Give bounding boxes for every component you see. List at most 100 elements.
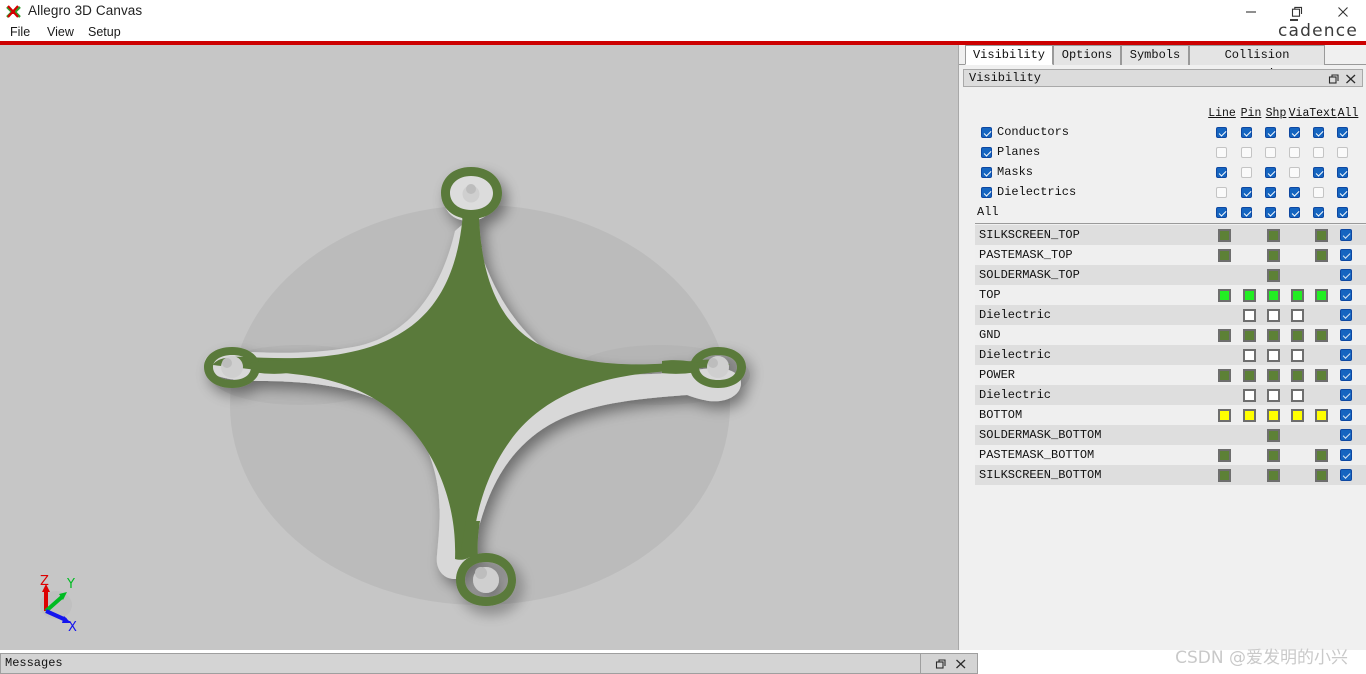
layer-color-swatch[interactable] bbox=[1218, 229, 1231, 242]
layer-color-swatch[interactable] bbox=[1267, 329, 1280, 342]
column-header-text[interactable]: Text bbox=[1308, 107, 1338, 120]
layer-row[interactable]: Dielectric bbox=[975, 385, 1366, 405]
layer-color-swatch[interactable] bbox=[1315, 289, 1328, 302]
class-cell-all-text[interactable] bbox=[1313, 207, 1324, 218]
messages-close-button[interactable] bbox=[955, 657, 967, 674]
layer-row[interactable]: SOLDERMASK_TOP bbox=[975, 265, 1366, 285]
layer-color-swatch[interactable] bbox=[1267, 269, 1280, 282]
layer-visibility-checkbox[interactable] bbox=[1340, 349, 1352, 361]
class-cell-dielectrics-via[interactable] bbox=[1289, 187, 1300, 198]
layer-row[interactable]: PASTEMASK_TOP bbox=[975, 245, 1366, 265]
class-cell-planes-shp[interactable] bbox=[1265, 147, 1276, 158]
layer-color-swatch[interactable] bbox=[1291, 329, 1304, 342]
column-header-all[interactable]: All bbox=[1337, 107, 1359, 120]
layer-color-swatch[interactable] bbox=[1291, 409, 1304, 422]
column-header-line[interactable]: Line bbox=[1207, 107, 1237, 120]
layer-row[interactable]: SOLDERMASK_BOTTOM bbox=[975, 425, 1366, 445]
layer-color-swatch[interactable] bbox=[1243, 329, 1256, 342]
class-cell-conductors-text[interactable] bbox=[1313, 127, 1324, 138]
column-header-pin[interactable]: Pin bbox=[1240, 107, 1262, 120]
class-cell-masks-text[interactable] bbox=[1313, 167, 1324, 178]
class-checkbox-conductors[interactable] bbox=[981, 127, 992, 138]
layer-color-swatch[interactable] bbox=[1243, 389, 1256, 402]
layer-visibility-checkbox[interactable] bbox=[1340, 409, 1352, 421]
layer-visibility-checkbox[interactable] bbox=[1340, 369, 1352, 381]
class-cell-planes-text[interactable] bbox=[1313, 147, 1324, 158]
layer-color-swatch[interactable] bbox=[1291, 289, 1304, 302]
layer-row[interactable]: TOP bbox=[975, 285, 1366, 305]
layer-color-swatch[interactable] bbox=[1267, 309, 1280, 322]
layer-visibility-checkbox[interactable] bbox=[1340, 429, 1352, 441]
layer-visibility-checkbox[interactable] bbox=[1340, 329, 1352, 341]
layer-row[interactable]: SILKSCREEN_BOTTOM bbox=[975, 465, 1366, 485]
layer-color-swatch[interactable] bbox=[1315, 329, 1328, 342]
layer-color-swatch[interactable] bbox=[1315, 449, 1328, 462]
class-cell-masks-pin[interactable] bbox=[1241, 167, 1252, 178]
layer-row[interactable]: GND bbox=[975, 325, 1366, 345]
menu-file[interactable]: File bbox=[8, 24, 32, 41]
layer-color-swatch[interactable] bbox=[1243, 369, 1256, 382]
layer-color-swatch[interactable] bbox=[1315, 229, 1328, 242]
class-cell-dielectrics-pin[interactable] bbox=[1241, 187, 1252, 198]
layer-visibility-checkbox[interactable] bbox=[1340, 469, 1352, 481]
layer-color-swatch[interactable] bbox=[1267, 349, 1280, 362]
class-cell-all-via[interactable] bbox=[1289, 207, 1300, 218]
panel-restore-button[interactable] bbox=[1328, 72, 1340, 90]
menu-setup[interactable]: Setup bbox=[86, 24, 123, 41]
class-cell-conductors-shp[interactable] bbox=[1265, 127, 1276, 138]
class-cell-all-shp[interactable] bbox=[1265, 207, 1276, 218]
class-cell-dielectrics-all[interactable] bbox=[1337, 187, 1348, 198]
class-cell-dielectrics-line[interactable] bbox=[1216, 187, 1227, 198]
class-cell-planes-via[interactable] bbox=[1289, 147, 1300, 158]
layer-visibility-checkbox[interactable] bbox=[1340, 229, 1352, 241]
layer-color-swatch[interactable] bbox=[1267, 469, 1280, 482]
layer-color-swatch[interactable] bbox=[1218, 409, 1231, 422]
layer-color-swatch[interactable] bbox=[1243, 289, 1256, 302]
layer-visibility-checkbox[interactable] bbox=[1340, 389, 1352, 401]
layer-row[interactable]: PASTEMASK_BOTTOM bbox=[975, 445, 1366, 465]
layer-color-swatch[interactable] bbox=[1267, 229, 1280, 242]
layer-color-swatch[interactable] bbox=[1315, 249, 1328, 262]
class-cell-all-all[interactable] bbox=[1337, 207, 1348, 218]
minimize-button[interactable] bbox=[1228, 0, 1274, 24]
layer-color-swatch[interactable] bbox=[1218, 369, 1231, 382]
class-cell-dielectrics-text[interactable] bbox=[1313, 187, 1324, 198]
layer-color-swatch[interactable] bbox=[1267, 449, 1280, 462]
layer-color-swatch[interactable] bbox=[1243, 409, 1256, 422]
class-cell-planes-all[interactable] bbox=[1337, 147, 1348, 158]
layer-color-swatch[interactable] bbox=[1218, 289, 1231, 302]
3d-canvas-viewport[interactable]: Z Y X bbox=[0, 45, 958, 650]
layer-visibility-checkbox[interactable] bbox=[1340, 249, 1352, 261]
layer-color-swatch[interactable] bbox=[1267, 389, 1280, 402]
class-cell-masks-all[interactable] bbox=[1337, 167, 1348, 178]
layer-row[interactable]: Dielectric bbox=[975, 305, 1366, 325]
class-cell-all-line[interactable] bbox=[1216, 207, 1227, 218]
layer-color-swatch[interactable] bbox=[1267, 429, 1280, 442]
layer-color-swatch[interactable] bbox=[1218, 469, 1231, 482]
class-cell-planes-line[interactable] bbox=[1216, 147, 1227, 158]
class-checkbox-dielectrics[interactable] bbox=[981, 187, 992, 198]
layer-color-swatch[interactable] bbox=[1291, 309, 1304, 322]
class-cell-masks-shp[interactable] bbox=[1265, 167, 1276, 178]
layer-color-swatch[interactable] bbox=[1243, 309, 1256, 322]
layer-row[interactable]: SILKSCREEN_TOP bbox=[975, 225, 1366, 245]
layer-visibility-checkbox[interactable] bbox=[1340, 269, 1352, 281]
layer-color-swatch[interactable] bbox=[1267, 289, 1280, 302]
panel-close-button[interactable] bbox=[1345, 72, 1357, 90]
layer-color-swatch[interactable] bbox=[1291, 389, 1304, 402]
layer-visibility-checkbox[interactable] bbox=[1340, 449, 1352, 461]
layer-color-swatch[interactable] bbox=[1267, 369, 1280, 382]
column-header-shp[interactable]: Shp bbox=[1263, 107, 1289, 120]
layer-row[interactable]: BOTTOM bbox=[975, 405, 1366, 425]
class-cell-masks-via[interactable] bbox=[1289, 167, 1300, 178]
layer-color-swatch[interactable] bbox=[1218, 249, 1231, 262]
layer-color-swatch[interactable] bbox=[1315, 369, 1328, 382]
tab-collision-detection[interactable]: Collision Detection bbox=[1189, 45, 1325, 81]
tab-symbols[interactable]: Symbols bbox=[1121, 45, 1189, 65]
class-checkbox-masks[interactable] bbox=[981, 167, 992, 178]
class-checkbox-planes[interactable] bbox=[981, 147, 992, 158]
class-cell-conductors-via[interactable] bbox=[1289, 127, 1300, 138]
class-cell-all-pin[interactable] bbox=[1241, 207, 1252, 218]
layer-color-swatch[interactable] bbox=[1291, 349, 1304, 362]
menu-view[interactable]: View bbox=[45, 24, 76, 41]
